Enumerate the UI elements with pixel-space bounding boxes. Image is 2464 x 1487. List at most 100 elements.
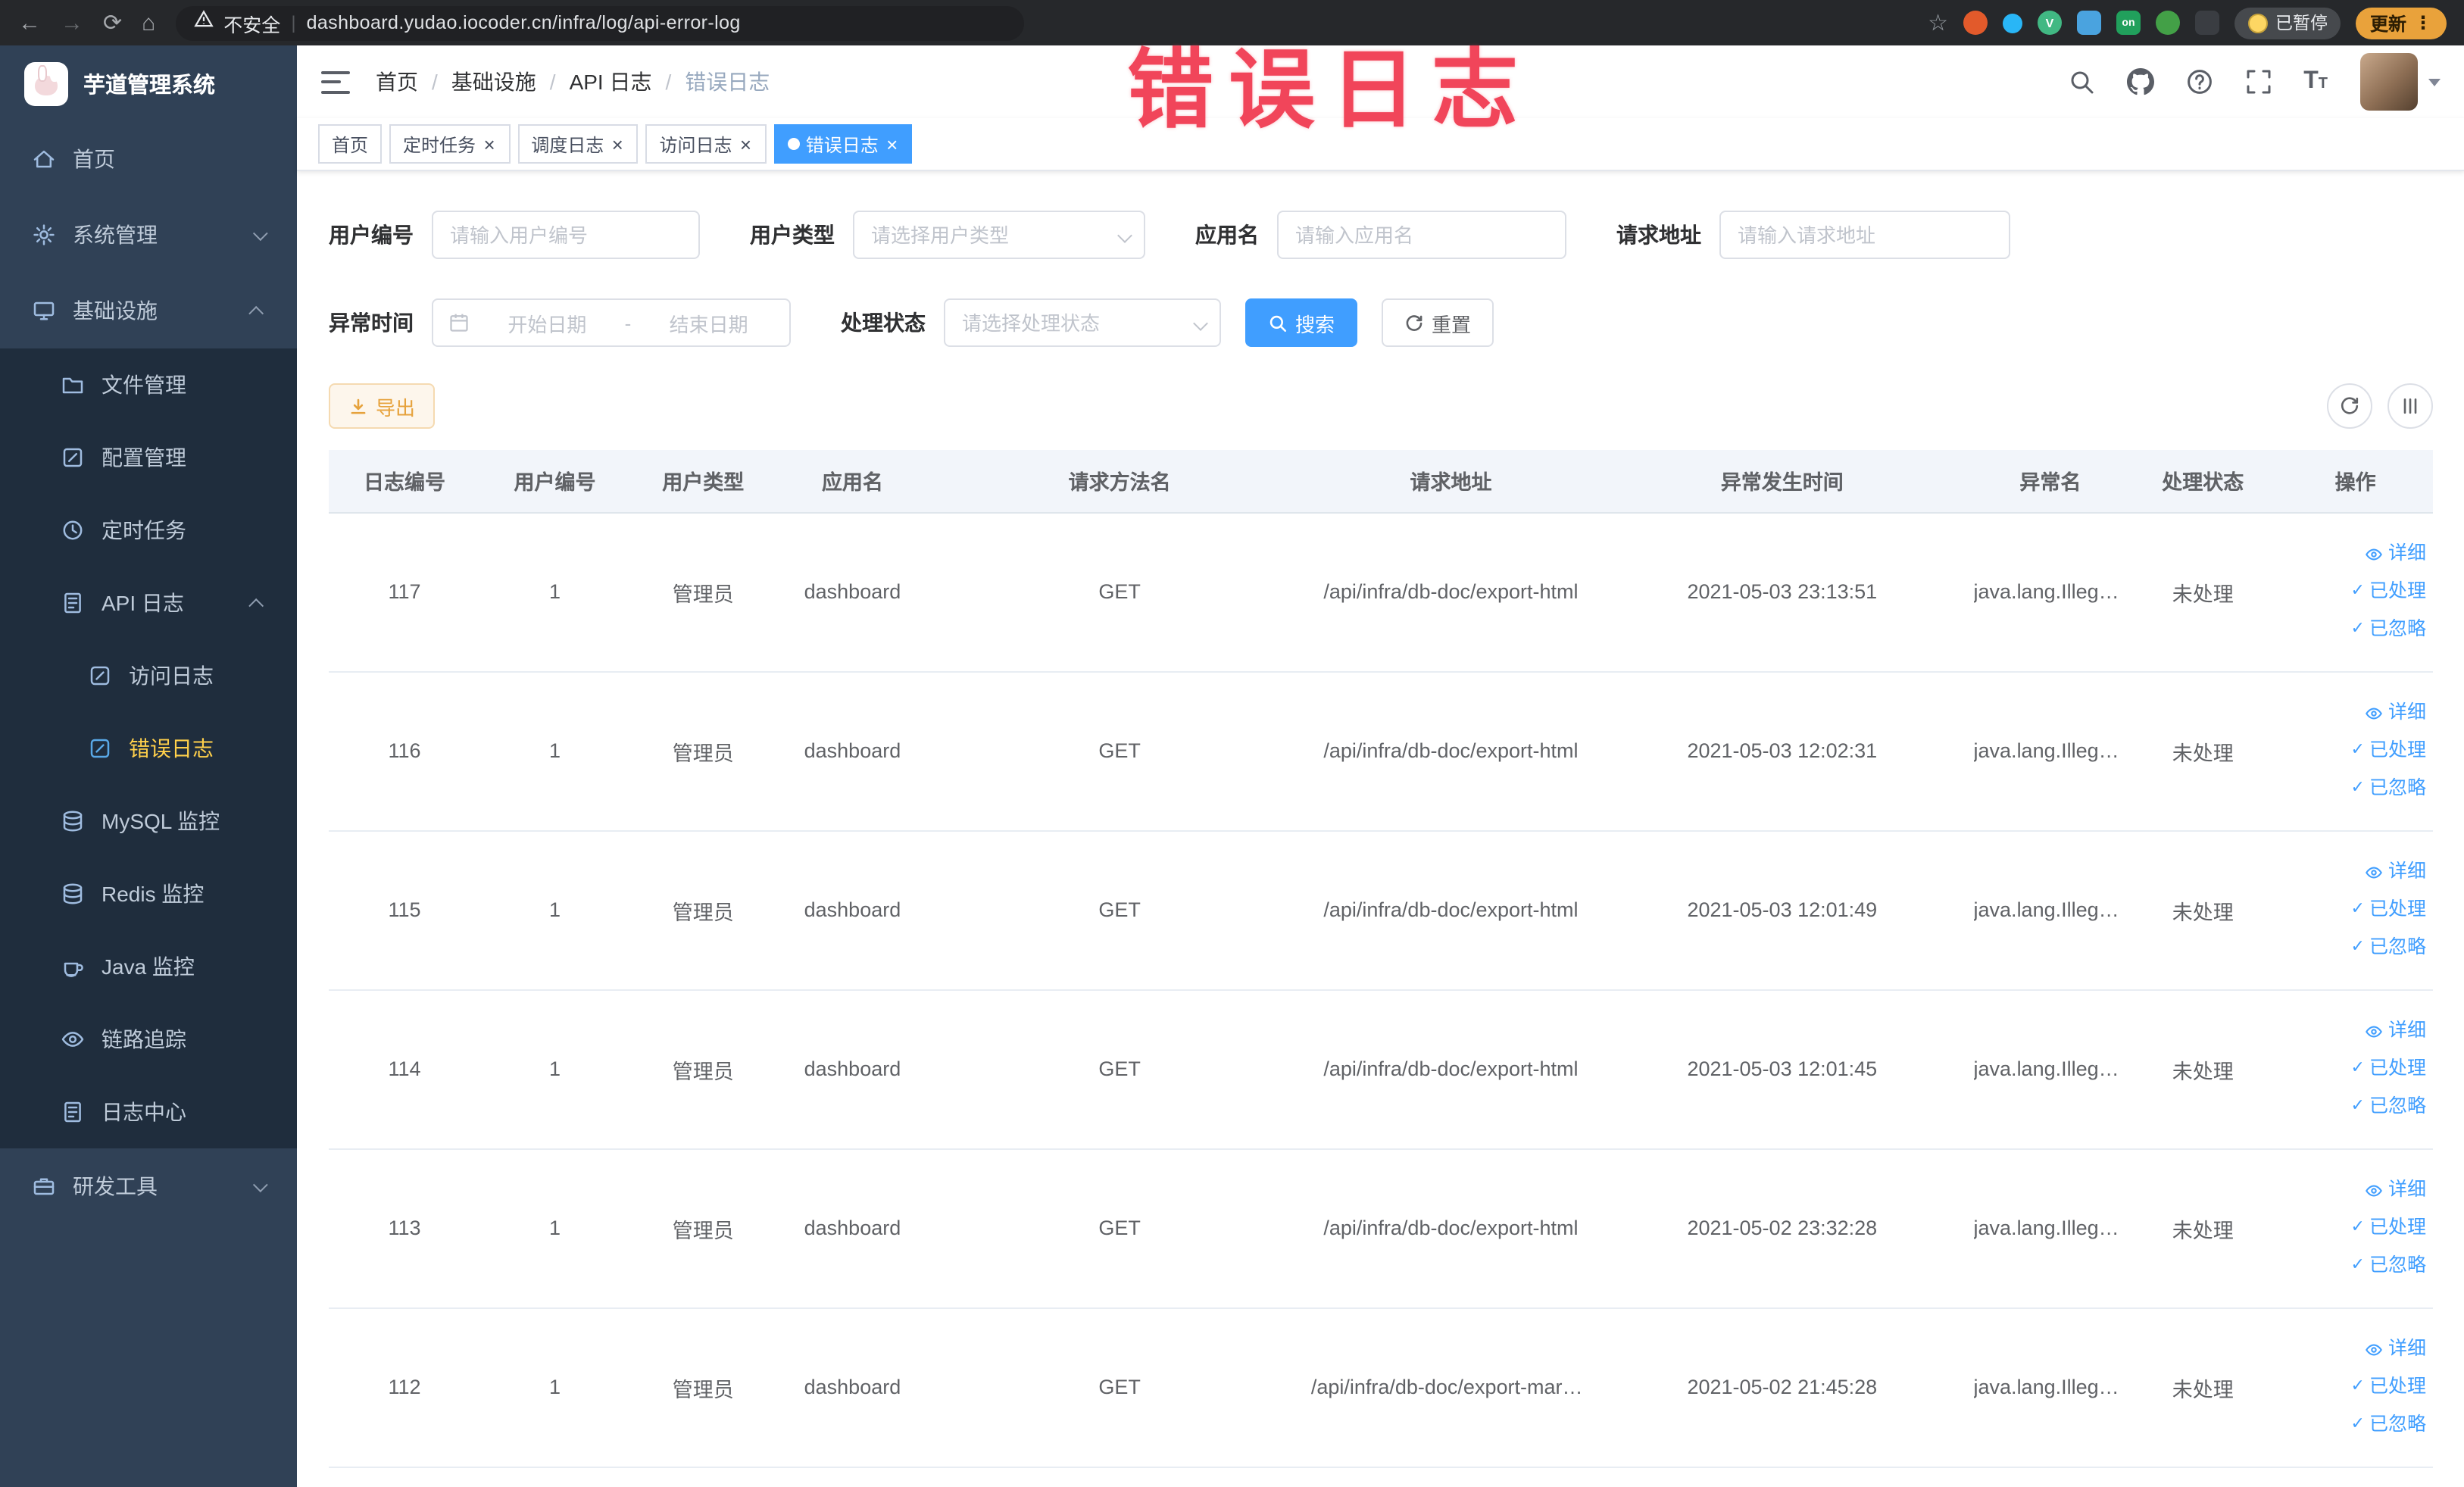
tab[interactable]: 访问日志 × <box>645 124 767 164</box>
close-icon[interactable]: × <box>885 134 899 154</box>
update-button[interactable]: 更新 ⋮ <box>2356 7 2446 39</box>
eye-icon <box>2366 707 2383 719</box>
detail-link[interactable]: 详细 <box>2278 694 2426 732</box>
sidebar-item[interactable]: MySQL 监控 <box>0 785 297 858</box>
request-url-input[interactable] <box>1719 211 2010 259</box>
github-icon[interactable] <box>2126 68 2154 95</box>
extension-icon[interactable] <box>1963 11 1988 35</box>
sidebar-item[interactable]: 配置管理 <box>0 421 297 494</box>
mark-ignored-link[interactable]: ✓ 已忽略 <box>2278 1088 2426 1126</box>
sidebar-item[interactable]: API 日志 <box>0 567 297 639</box>
mark-processed-link[interactable]: ✓ 已处理 <box>2278 1209 2426 1247</box>
browser-toolbar: ← → ⟳ ⌂ 不安全 | dashboard.yudao.iocoder.cn… <box>0 0 2464 45</box>
close-icon[interactable]: × <box>482 134 496 154</box>
eye-icon <box>2366 1025 2383 1037</box>
breadcrumb-separator: / <box>665 70 672 94</box>
column-settings-button[interactable] <box>2387 383 2432 429</box>
sidebar-item[interactable]: 系统管理 <box>0 197 297 273</box>
user-menu[interactable] <box>2359 53 2440 111</box>
extension-icon[interactable]: on <box>2116 11 2141 35</box>
detail-link[interactable]: 详细 <box>2278 1171 2426 1209</box>
sidebar-item-label: Redis 监控 <box>101 882 205 906</box>
extension-icon[interactable] <box>2155 11 2180 35</box>
search-icon[interactable] <box>2067 68 2094 95</box>
detail-link[interactable]: 详细 <box>2278 853 2426 891</box>
mark-processed-link[interactable]: ✓ 已处理 <box>2278 1050 2426 1088</box>
detail-link[interactable]: 详细 <box>2278 1330 2426 1368</box>
process-status-select[interactable] <box>944 298 1221 347</box>
tab[interactable]: 定时任务 × <box>389 124 511 164</box>
cell-user-type: 管理员 <box>629 1307 777 1467</box>
sidebar-toggle-icon[interactable] <box>321 70 350 93</box>
check-icon: ✓ <box>2350 1377 2365 1395</box>
sidebar-item[interactable]: 定时任务 <box>0 494 297 567</box>
mark-ignored-link[interactable]: ✓ 已忽略 <box>2278 770 2426 808</box>
sidebar-item[interactable]: 研发工具 <box>0 1148 297 1224</box>
help-icon[interactable] <box>2185 68 2213 95</box>
fullscreen-icon[interactable] <box>2244 68 2272 95</box>
close-icon[interactable]: × <box>739 134 753 154</box>
mark-processed-link[interactable]: ✓ 已处理 <box>2278 732 2426 770</box>
breadcrumb-link[interactable]: 错误日志 <box>685 67 770 97</box>
mark-processed-link[interactable]: ✓ 已处理 <box>2278 573 2426 611</box>
paused-badge[interactable]: 已暂停 <box>2234 7 2341 39</box>
cell-url: /api/infra/db-doc/export-html <box>1310 512 1591 672</box>
sidebar-item[interactable]: 基础设施 <box>0 273 297 348</box>
calendar-icon <box>450 314 468 332</box>
mark-processed-link[interactable]: ✓ 已处理 <box>2278 891 2426 929</box>
extension-icon[interactable] <box>2194 11 2219 35</box>
address-bar[interactable]: 不安全 | dashboard.yudao.iocoder.cn/infra/l… <box>175 5 1024 40</box>
date-range-picker[interactable]: 开始日期 - 结束日期 <box>432 298 791 347</box>
mark-ignored-link[interactable]: ✓ 已忽略 <box>2278 929 2426 967</box>
search-button[interactable]: 搜索 <box>1245 298 1358 347</box>
app-logo-row[interactable]: 芋道管理系统 <box>0 45 297 121</box>
cell-exception: java.lang.IllegalArgumentException <box>1973 512 2128 672</box>
bookmark-star-icon[interactable]: ☆ <box>1928 9 1948 36</box>
refresh-table-button[interactable] <box>2326 383 2372 429</box>
column-header: 异常名 <box>1973 450 2128 513</box>
user-id-input[interactable] <box>432 211 700 259</box>
mark-processed-link[interactable]: ✓ 已处理 <box>2278 1368 2426 1406</box>
mark-ignored-link[interactable]: ✓ 已忽略 <box>2278 611 2426 648</box>
start-date-placeholder: 开始日期 <box>507 313 587 336</box>
breadcrumb-link[interactable]: 基础设施 <box>451 67 536 97</box>
sidebar-item[interactable]: 日志中心 <box>0 1076 297 1148</box>
forward-icon[interactable]: → <box>61 11 83 34</box>
mark-ignored-link[interactable]: ✓ 已忽略 <box>2278 1247 2426 1285</box>
sidebar-item[interactable]: 文件管理 <box>0 348 297 421</box>
reload-icon[interactable]: ⟳ <box>103 11 122 34</box>
user-id-label: 用户编号 <box>329 223 414 247</box>
sidebar-item-label: 系统管理 <box>73 223 158 247</box>
tab[interactable]: 错误日志 × <box>773 124 913 164</box>
sidebar-item[interactable]: Java 监控 <box>0 930 297 1003</box>
kebab-menu-icon[interactable]: ⋮ <box>2414 12 2432 33</box>
breadcrumb-separator: / <box>432 70 438 94</box>
sidebar-item[interactable]: 错误日志 <box>0 712 297 785</box>
detail-link[interactable]: 详细 <box>2278 535 2426 573</box>
sidebar-item[interactable]: Redis 监控 <box>0 858 297 930</box>
cell-app-name: dashboard <box>776 989 929 1149</box>
cell-actions: 详细 ✓ 已处理 ✓ 已忽略 <box>2278 671 2432 831</box>
sidebar-item[interactable]: 链路追踪 <box>0 1003 297 1076</box>
extension-icon[interactable] <box>2002 13 2022 33</box>
back-icon[interactable]: ← <box>18 11 41 34</box>
browser-home-icon[interactable]: ⌂ <box>142 11 155 34</box>
breadcrumb-link[interactable]: API 日志 <box>570 67 652 97</box>
tab[interactable]: 首页 <box>318 124 383 164</box>
user-type-select[interactable] <box>853 211 1145 259</box>
cell-status: 未处理 <box>2127 830 2279 990</box>
vue-devtools-icon[interactable]: V <box>2037 11 2062 35</box>
sidebar-item[interactable]: 访问日志 <box>0 639 297 712</box>
font-size-icon[interactable]: TT <box>2303 68 2328 95</box>
check-icon: ✓ <box>2350 582 2365 600</box>
app-name-input[interactable] <box>1277 211 1566 259</box>
extension-icon[interactable] <box>2076 11 2101 35</box>
mark-ignored-link[interactable]: ✓ 已忽略 <box>2278 1406 2426 1444</box>
breadcrumb-link[interactable]: 首页 <box>376 67 418 97</box>
export-button[interactable]: 导出 <box>329 383 436 429</box>
reset-button[interactable]: 重置 <box>1382 298 1494 347</box>
tab[interactable]: 调度日志 × <box>517 124 639 164</box>
detail-link[interactable]: 详细 <box>2278 1012 2426 1050</box>
sidebar-item[interactable]: 首页 <box>0 121 297 197</box>
close-icon[interactable]: × <box>610 134 624 154</box>
